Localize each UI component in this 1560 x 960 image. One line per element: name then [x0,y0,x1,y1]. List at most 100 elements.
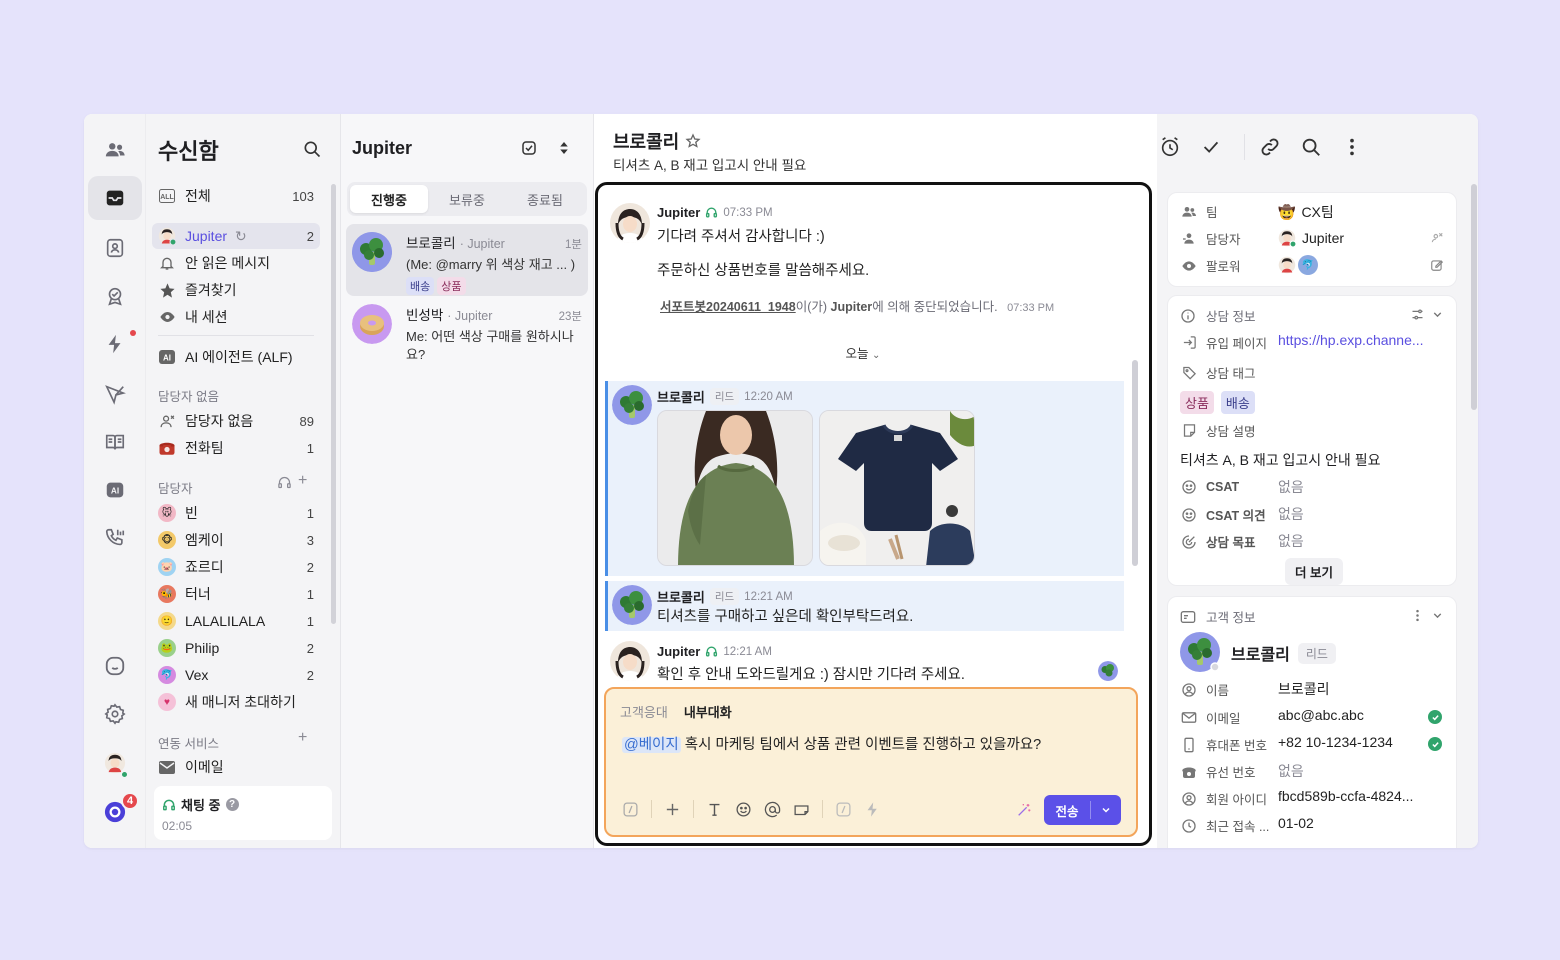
headset-icon [706,646,718,657]
settings-sliders-icon[interactable] [1410,307,1425,322]
nav-jupiter[interactable]: Jupiter ↻ 2 [152,223,320,249]
member-id-value[interactable]: fbcd589b-ccfa-4824... [1278,788,1413,804]
bot-link[interactable]: 서포트봇20240611_1948 [660,300,796,314]
magic-wand-icon[interactable] [1016,802,1032,818]
more-vertical-icon[interactable] [1341,136,1363,158]
follower-avatars[interactable]: 🐬 [1278,255,1318,275]
nav-unassigned[interactable]: 담당자 없음 89 [152,408,320,434]
alarm-clock-icon[interactable] [1159,136,1181,158]
slash-command-icon[interactable] [835,801,852,818]
tab-in-progress[interactable]: 진행중 [350,185,428,213]
nav-email[interactable]: 이메일 [152,754,320,780]
tab-pending[interactable]: 보류중 [428,185,506,213]
assignee-value[interactable]: Jupiter [1278,229,1344,247]
message-time: 12:21 AM [723,645,772,658]
group-icon [1180,203,1198,221]
broccoli-avatar [612,385,652,425]
team-value[interactable]: 🤠 CX팀 [1278,202,1334,222]
channel-logo[interactable]: 4 [88,790,142,834]
chat-bubble-icon[interactable] [88,644,142,688]
book-icon[interactable] [88,420,142,464]
bolt-icon[interactable] [88,322,142,366]
more-button[interactable]: 더 보기 [1285,558,1343,585]
link-icon[interactable] [1259,136,1281,158]
add-manager-icon[interactable]: + [298,472,307,490]
conversation-item[interactable]: 브로콜리 · Jupiter 1분 (Me: @marry 위 색상 재고 ..… [346,224,588,296]
star-icon[interactable] [685,133,701,149]
chevron-down-icon[interactable] [1431,609,1444,622]
conversation-item[interactable]: 빈성박 · Jupiter 23분 Me: 어떤 색상 구매를 원하시나요? [346,296,588,366]
add-integration-icon[interactable]: + [298,729,307,747]
sidebar-scrollbar[interactable] [331,184,336,624]
manager-item[interactable]: 🐵 엠케이 3 [152,527,320,553]
unassign-icon[interactable] [1430,231,1444,245]
tab-customer-reply[interactable]: 고객응대 [620,702,668,721]
headset-icon[interactable] [277,475,292,493]
text-format-icon[interactable] [706,801,723,818]
manager-item[interactable]: 🐝 터너 1 [152,581,320,607]
bagel-avatar [352,304,392,344]
my-avatar[interactable] [88,741,142,785]
quick-reply-icon[interactable] [793,801,810,818]
tag-chip[interactable]: 상품 [1180,391,1214,414]
conversation-time: 23분 [558,311,582,323]
send-button[interactable]: 전송 [1044,795,1121,825]
description-value[interactable]: 티셔츠 A, B 재고 입고시 안내 필요 [1180,450,1380,470]
nav-favorites[interactable]: 즐겨찾기 [152,277,320,303]
more-vertical-icon[interactable] [1410,608,1425,623]
check-icon[interactable] [1200,136,1222,158]
bell-icon [158,254,176,272]
name-value[interactable]: 브로콜리 [1278,679,1330,699]
composer-input[interactable]: @베이지 혹시 마케팅 팀에서 상품 관련 이벤트를 진행하고 있을까요? [622,733,1041,754]
tab-internal-chat[interactable]: 내부대화 [684,702,732,721]
chat-status-card[interactable]: 채팅 중 ? 02:05 [154,786,332,840]
nav-phone-team[interactable]: 전화팀 1 [152,435,320,461]
emoji-icon[interactable] [735,801,752,818]
mention-icon[interactable] [764,801,781,818]
inflow-link[interactable]: https://hp.exp.channe... [1278,332,1424,348]
contacts-icon[interactable] [88,128,142,172]
manager-item[interactable]: 🐬 Vex 2 [152,662,320,688]
search-icon[interactable] [1300,136,1322,158]
nav-all[interactable]: ALL 전체 103 [152,183,320,209]
attachment-image[interactable] [819,410,975,566]
inbox-icon[interactable] [88,176,142,220]
gear-icon[interactable] [88,692,142,736]
nav-my-sessions[interactable]: 내 세션 [152,304,320,330]
plus-icon[interactable] [664,801,681,818]
profile-icon[interactable] [88,226,142,270]
slash-command-icon[interactable] [622,801,639,818]
manager-item[interactable]: 🐸 Philip 2 [152,635,320,661]
mention-chip[interactable]: @베이지 [622,737,681,753]
send-options-chevron-icon[interactable] [1091,804,1121,816]
email-value[interactable]: abc@abc.abc [1278,707,1364,723]
search-icon[interactable] [302,139,322,159]
invite-manager-item[interactable]: ♥ 새 매니저 초대하기 [152,689,320,715]
conversation-time: 1분 [565,239,582,251]
manager-item[interactable]: 🐭 빈 1 [152,500,320,526]
attachment-image[interactable] [657,410,813,566]
tab-closed[interactable]: 종료됨 [506,185,584,213]
mobile-value[interactable]: +82 10-1234-1234 [1278,734,1393,750]
send-icon[interactable] [88,372,142,416]
help-icon[interactable]: ? [225,798,239,811]
nav-unread[interactable]: 안 읽은 메시지 [152,250,320,276]
phone-icon[interactable] [88,516,142,560]
manager-item[interactable]: 🙂 LALALILALA 1 [152,608,320,634]
chevron-down-icon[interactable] [1431,308,1444,321]
tag-chip[interactable]: 배송 [1220,391,1255,414]
edit-icon[interactable] [1430,258,1444,272]
message-composer: 고객응대 내부대화 @베이지 혹시 마케팅 팀에서 상품 관련 이벤트를 진행하… [604,687,1138,837]
sync-icon[interactable]: ↻ [235,228,247,245]
manager-item[interactable]: 🐷 죠르디 2 [152,554,320,580]
ai-icon[interactable]: AI [88,468,142,512]
chat-scrollbar[interactable] [1132,360,1138,566]
sort-icon[interactable] [555,139,573,157]
broccoli-avatar [352,232,392,272]
detail-scrollbar[interactable] [1471,184,1477,410]
checkbox-icon[interactable] [520,139,538,157]
bolt-icon[interactable] [864,801,881,818]
day-separator[interactable]: 오늘 ⌄ [598,343,1128,362]
badge-icon[interactable] [88,274,142,318]
nav-ai-agent[interactable]: AI AI 에이전트 (ALF) [152,344,320,370]
